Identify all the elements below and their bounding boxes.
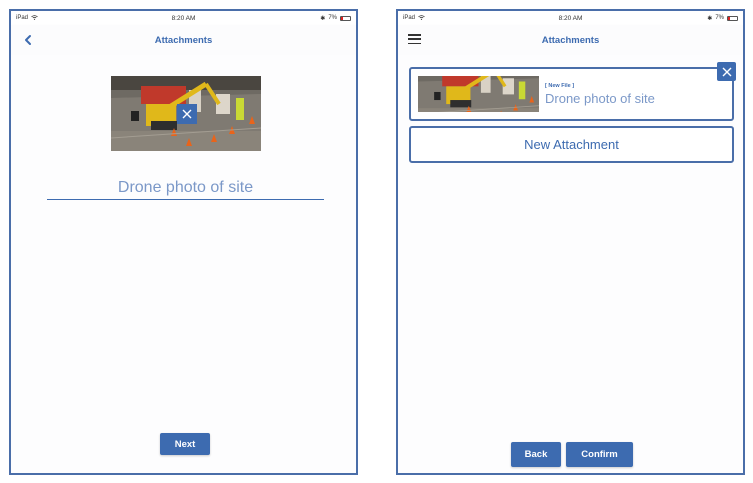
close-icon <box>182 109 192 119</box>
new-file-tag: [ New File ] <box>545 83 575 89</box>
back-button[interactable]: Back <box>511 442 561 467</box>
attachment-caption: Drone photo of site <box>545 91 655 106</box>
confirm-button[interactable]: Confirm <box>566 442 633 467</box>
page-title: Attachments <box>541 34 600 46</box>
attachment-card[interactable]: [ New File ] Drone photo of site <box>409 62 736 121</box>
remove-attachment-button[interactable] <box>717 62 736 81</box>
menu-icon[interactable] <box>408 34 421 46</box>
nav-bar: Attachments <box>398 25 743 55</box>
status-bar: iPad 8:20 AM ✱ 7% <box>398 11 743 25</box>
close-icon <box>722 67 731 76</box>
back-chevron-icon[interactable] <box>21 33 35 47</box>
battery-percent: 7% <box>715 15 724 21</box>
new-attachment-button[interactable]: New Attachment <box>409 126 734 163</box>
remove-photo-button[interactable] <box>177 104 197 124</box>
status-time: 8:20 AM <box>171 14 196 22</box>
attachment-thumbnail <box>418 76 539 112</box>
caption-input[interactable] <box>47 179 324 200</box>
status-time: 8:20 AM <box>558 14 583 22</box>
status-bar: iPad 8:20 AM ✱ 7% <box>11 11 356 25</box>
bluetooth-icon: ✱ <box>707 15 713 22</box>
battery-icon <box>340 15 351 21</box>
page-title: Attachments <box>154 34 213 46</box>
bluetooth-icon: ✱ <box>320 15 326 22</box>
attachment-photo <box>111 76 261 151</box>
battery-icon <box>727 15 738 21</box>
device-screen-left: iPad 8:20 AM ✱ 7% Attachments Next <box>9 9 358 475</box>
device-screen-right: iPad 8:20 AM ✱ 7% Attachments [ New File… <box>396 9 745 475</box>
battery-percent: 7% <box>328 15 337 21</box>
nav-bar: Attachments <box>11 25 356 55</box>
next-button[interactable]: Next <box>160 433 210 455</box>
